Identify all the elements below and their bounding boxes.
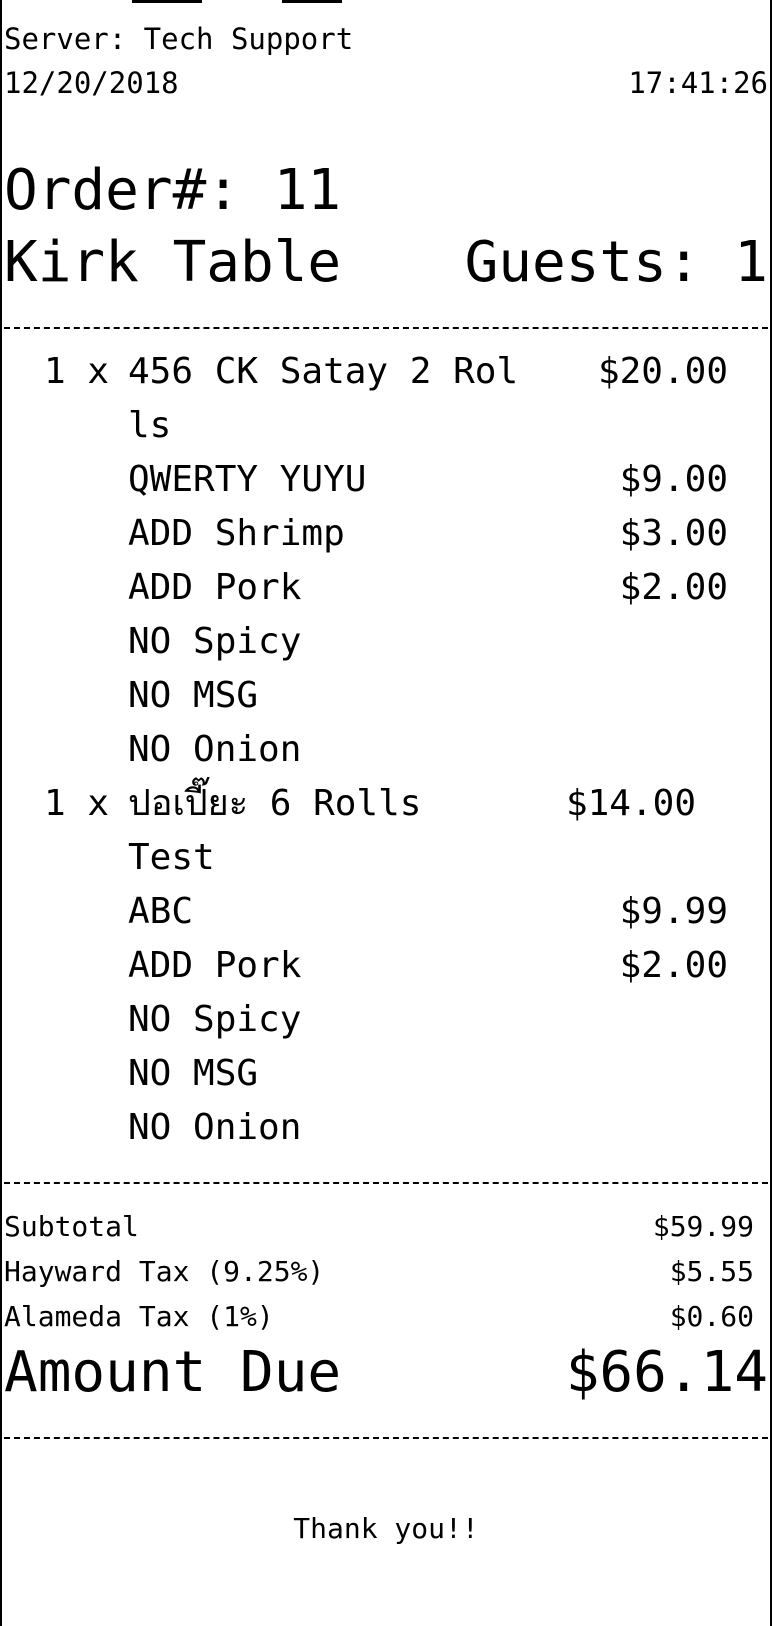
amount-due-label: Amount Due (4, 1340, 342, 1405)
list-item: NO Onion (2, 723, 770, 777)
list-item: ABC $9.99 (2, 885, 770, 939)
order-time: 17:41:26 (628, 66, 768, 100)
item-price: $9.00 (619, 459, 728, 500)
dashed-divider (4, 1182, 768, 1184)
list-item: NO Spicy (2, 615, 770, 669)
item-desc: NO MSG (128, 1053, 259, 1094)
tax-value-alameda: $0.60 (669, 1300, 754, 1333)
item-list: 1 x 456 CK Satay 2 Rol $20.00 ls QWERTY YU… (2, 345, 770, 1155)
item-desc: ADD Shrimp (128, 513, 345, 554)
dashed-divider (4, 327, 768, 329)
item-desc: NO Onion (128, 729, 302, 770)
item-price: $3.00 (619, 513, 728, 554)
list-item: ADD Pork $2.00 (2, 939, 770, 993)
item-price: $14.00 (565, 783, 696, 824)
item-desc: NO Spicy (128, 621, 302, 662)
list-item: ls (2, 399, 770, 453)
list-item: 1 x 456 CK Satay 2 Rol $20.00 (2, 345, 770, 399)
torn-edge-marks (132, 0, 342, 6)
list-item: 1 x ปอเปี๊ยะ 6 Rolls $14.00 (2, 777, 770, 831)
item-price: $9.99 (619, 891, 728, 932)
item-desc: ADD Pork (128, 567, 302, 608)
list-item: NO Onion (2, 1101, 770, 1155)
item-desc: NO MSG (128, 675, 259, 716)
list-item: Test (2, 831, 770, 885)
tax-label-alameda: Alameda Tax (1%) (4, 1300, 274, 1333)
tax-value-hayward: $5.55 (669, 1255, 754, 1288)
list-item: NO MSG (2, 1047, 770, 1101)
item-desc: Test (128, 837, 215, 878)
order-date: 12/20/2018 (4, 66, 179, 100)
item-desc: 456 CK Satay 2 Rol (128, 351, 519, 392)
list-item: NO Spicy (2, 993, 770, 1047)
list-item: QWERTY YUYU $9.00 (2, 453, 770, 507)
item-price: $2.00 (619, 945, 728, 986)
dashed-divider (4, 1437, 768, 1439)
list-item: ADD Shrimp $3.00 (2, 507, 770, 561)
list-item: NO MSG (2, 669, 770, 723)
list-item: ADD Pork $2.00 (2, 561, 770, 615)
amount-due-value: $66.14 (565, 1340, 768, 1405)
receipt: Server: Tech Support 12/20/2018 17:41:26… (0, 0, 772, 1626)
item-desc: NO Onion (128, 1107, 302, 1148)
item-desc: QWERTY YUYU (128, 459, 367, 500)
thank-you-message: Thank you!! (293, 1512, 479, 1545)
item-desc: ABC (128, 891, 194, 932)
tax-label-hayward: Hayward Tax (9.25%) (4, 1255, 325, 1288)
item-desc: ADD Pork (128, 945, 302, 986)
item-qty: 1 x (44, 351, 110, 392)
subtotal-label: Subtotal (4, 1210, 139, 1243)
item-price: $2.00 (619, 567, 728, 608)
item-price: $20.00 (597, 351, 728, 392)
subtotal-value: $59.99 (652, 1210, 754, 1243)
item-desc: ls (128, 405, 172, 446)
item-desc: NO Spicy (128, 999, 302, 1040)
server-name: Server: Tech Support (4, 22, 354, 56)
table-name: Kirk Table (4, 230, 342, 295)
order-number: Order#: 11 (4, 158, 342, 223)
item-qty: 1 x (44, 783, 110, 824)
guest-count: Guests: 1 (464, 230, 768, 295)
item-desc: ปอเปี๊ยะ 6 Rolls (128, 783, 422, 824)
